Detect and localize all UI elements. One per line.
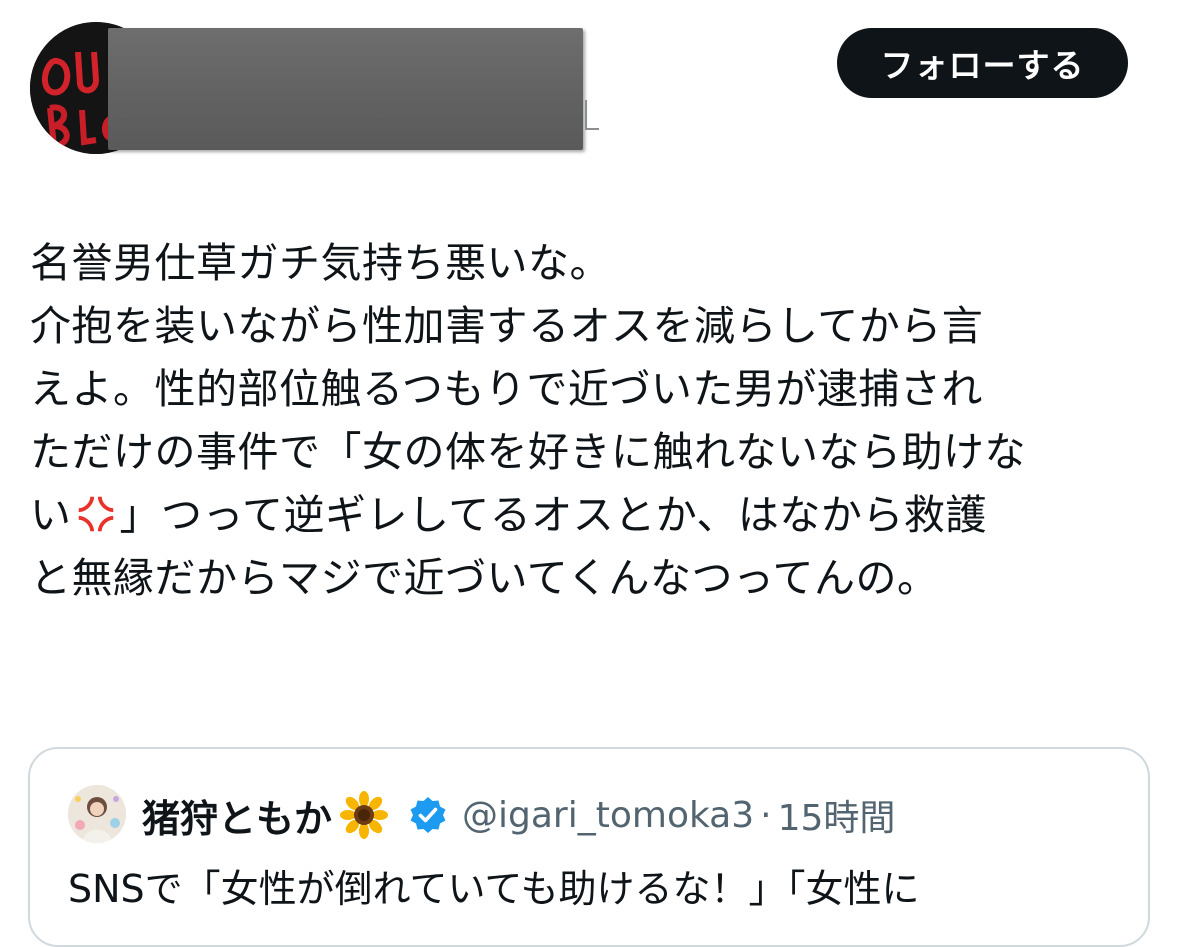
post: フォローする 名誉男仕草ガチ気持ち悪いな。 介抱を装いながら性加害するオスを減ら… xyxy=(0,0,1179,947)
post-text-line: 名誉男仕草ガチ気持ち悪いな。 xyxy=(30,239,611,287)
sunflower-icon xyxy=(340,791,389,839)
quoted-post-card[interactable]: 猪狩ともか @igari_tomoka3 · 15時間 SNSで「女性が倒れてい… xyxy=(28,747,1150,947)
quoted-author-handle[interactable]: @igari_tomoka3 xyxy=(462,795,754,836)
name-artifact xyxy=(585,128,599,130)
redacted-username xyxy=(108,28,583,150)
verified-badge-icon[interactable] xyxy=(408,795,448,835)
post-text-fragment: 」つって逆ギレしてるオスとか、はなから救護 xyxy=(119,491,987,539)
post-text-line: えよ。性的部位触るつもりで近づいた男が逮捕され xyxy=(30,365,983,413)
post-text-fragment: い xyxy=(30,491,72,539)
post-text: 名誉男仕草ガチ気持ち悪いな。 介抱を装いながら性加害するオスを減らしてから言 え… xyxy=(30,232,1155,610)
anger-symbol-icon xyxy=(78,496,113,532)
quoted-author-avatar[interactable] xyxy=(68,785,126,843)
meta-separator: · xyxy=(760,794,772,836)
post-text-line: い 」つって逆ギレしてるオスとか、はなから救護 xyxy=(30,484,1155,547)
quoted-post-text: SNSで「女性が倒れていても助けるな！」「女性に xyxy=(68,867,920,911)
follow-button[interactable]: フォローする xyxy=(837,28,1128,98)
post-text-line: 介抱を装いながら性加害するオスを減らしてから言 xyxy=(30,302,984,350)
post-text-line: ただけの事件で「女の体を好きに触れないなら助けな xyxy=(30,428,1026,476)
quoted-post-header: 猪狩ともか @igari_tomoka3 · 15時間 xyxy=(142,787,895,843)
name-artifact xyxy=(585,100,587,130)
quoted-author-name[interactable]: 猪狩ともか xyxy=(142,788,332,843)
post-text-line: と無縁だからマジで近づいてくんなつってんの。 xyxy=(30,554,939,602)
quoted-post-time[interactable]: 15時間 xyxy=(778,789,896,841)
